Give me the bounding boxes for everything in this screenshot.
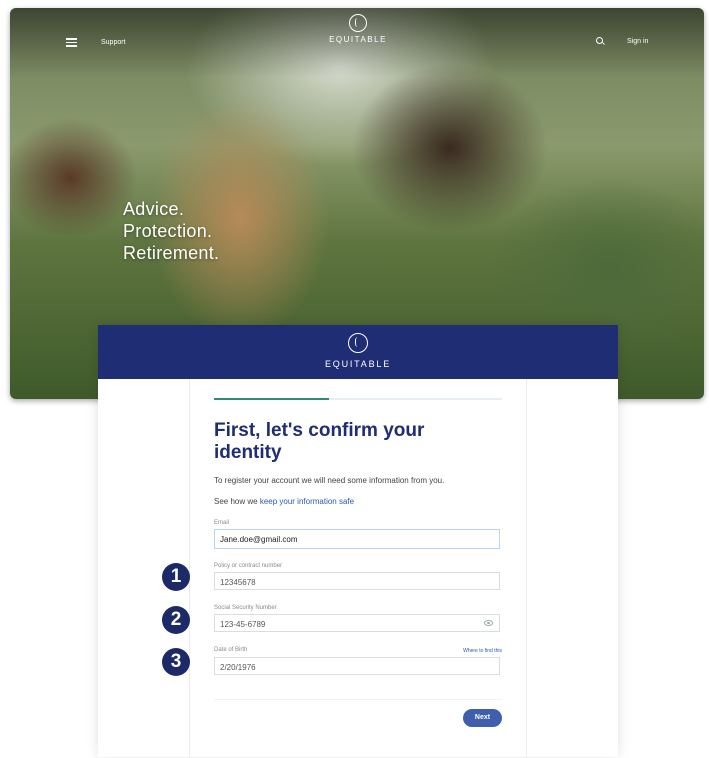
- progress-fill: [214, 398, 330, 400]
- modal-header: EQUITABLE: [98, 325, 618, 379]
- dob-label: Date of Birth: [214, 647, 248, 653]
- hero-line: Advice.: [123, 199, 185, 219]
- safety-text: See how we keep your information safe: [214, 497, 354, 506]
- policy-number-field[interactable]: 12345678: [214, 572, 500, 590]
- where-to-find-link[interactable]: Where to find this: [463, 648, 502, 654]
- keep-info-safe-link[interactable]: keep your information safe: [260, 497, 354, 506]
- identity-form: First, let's confirm your identity To re…: [189, 379, 527, 758]
- site-logo[interactable]: EQUITABLE: [328, 14, 388, 44]
- ssn-label: Social Security Number: [214, 605, 277, 611]
- modal-logo-text: EQUITABLE: [324, 359, 392, 369]
- divider: [214, 699, 502, 700]
- eye-icon[interactable]: [484, 620, 493, 626]
- hero-line: Retirement.: [123, 243, 220, 263]
- search-icon[interactable]: [596, 37, 603, 44]
- equitable-logo-icon: [349, 14, 367, 32]
- callout-badge-1: 1: [162, 563, 190, 591]
- site-logo-text: EQUITABLE: [329, 35, 387, 44]
- ssn-value: 123-45-6789: [220, 620, 266, 629]
- nav-support-link[interactable]: Support: [101, 39, 126, 46]
- email-field[interactable]: Jane.doe@gmail.com: [214, 529, 500, 549]
- sign-in-link[interactable]: Sign in: [627, 38, 648, 45]
- menu-icon[interactable]: [66, 38, 77, 47]
- callout-badge-3: 3: [162, 648, 190, 676]
- registration-modal: EQUITABLE First, let's confirm your iden…: [98, 325, 618, 758]
- safety-prefix: See how we: [214, 497, 260, 506]
- callout-badge-2: 2: [162, 606, 190, 634]
- hero-line: Protection.: [123, 221, 213, 241]
- progress-bar: [214, 398, 502, 400]
- ssn-field[interactable]: 123-45-6789: [214, 614, 500, 632]
- page-title: First, let's confirm your identity: [214, 420, 425, 463]
- next-button[interactable]: Next: [463, 709, 502, 727]
- email-label: Email: [214, 520, 230, 526]
- hero-tagline: Advice. Protection. Retirement.: [123, 198, 219, 264]
- dob-field[interactable]: 2/20/1976: [214, 657, 500, 675]
- equitable-logo-icon: [348, 333, 368, 353]
- intro-text: To register your account we will need so…: [214, 476, 445, 485]
- policy-label: Policy or contract number: [214, 563, 283, 569]
